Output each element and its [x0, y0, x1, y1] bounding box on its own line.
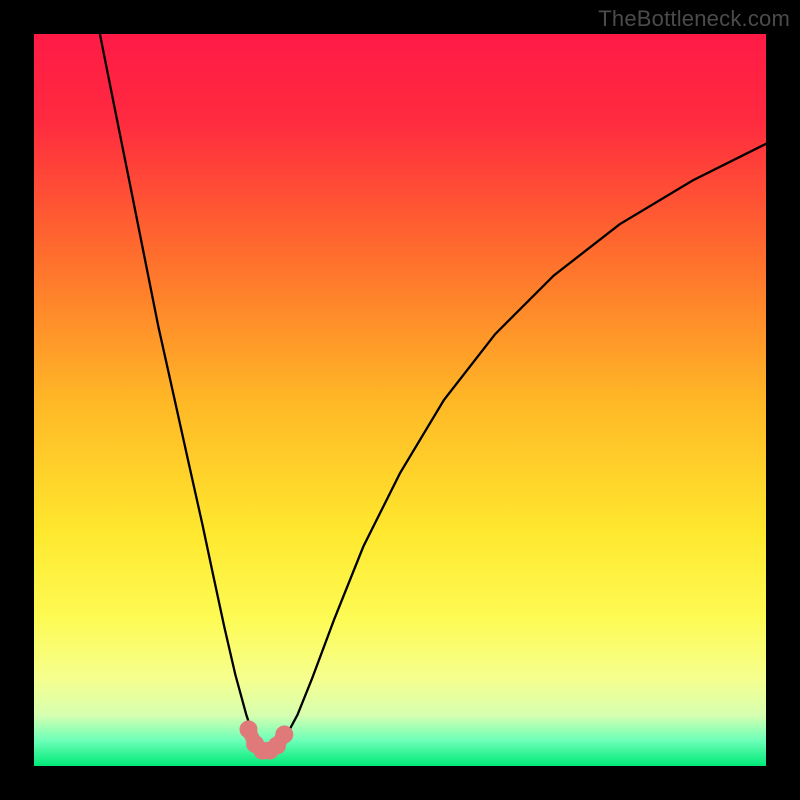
highlight-dots [240, 720, 294, 759]
bottleneck-curve [100, 34, 766, 751]
plot-area [34, 34, 766, 766]
curve-layer [34, 34, 766, 766]
watermark-text: TheBottleneck.com [598, 6, 790, 32]
chart-frame: TheBottleneck.com [0, 0, 800, 800]
highlight-dot [275, 726, 293, 744]
